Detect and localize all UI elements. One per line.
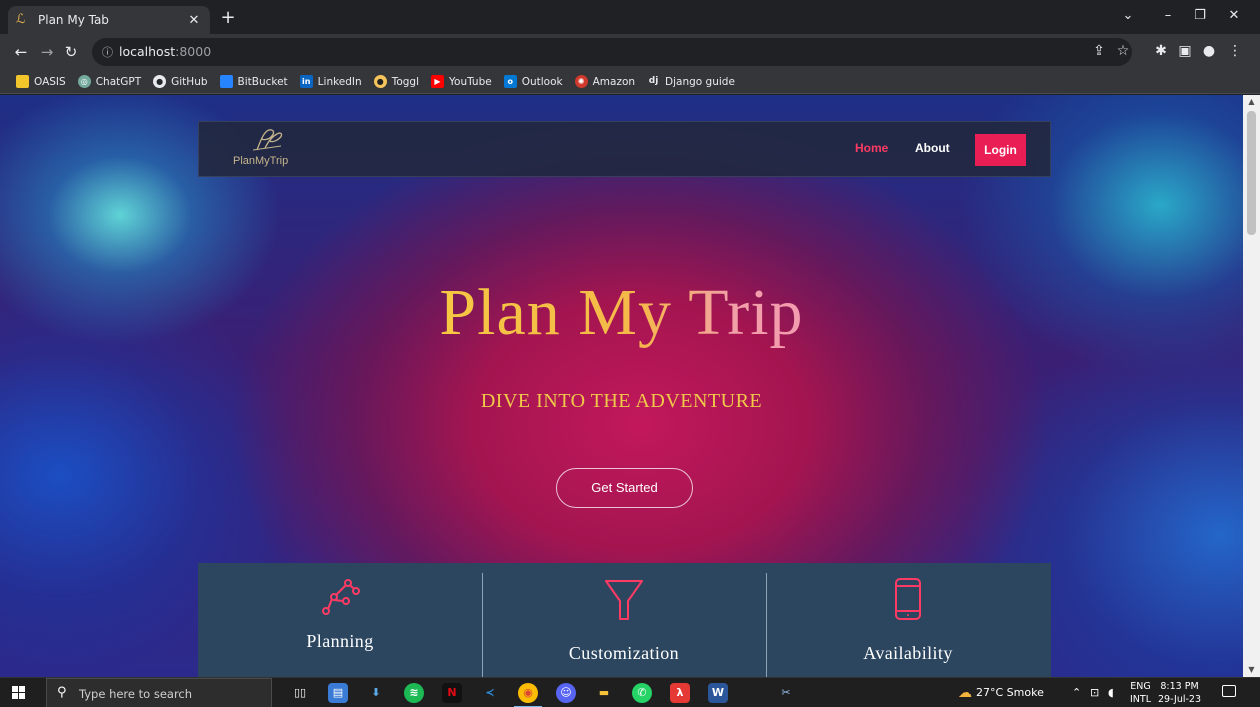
taskbar-clock[interactable]: 8:13 PM 29-Jul-23 [1158, 680, 1201, 706]
chatgpt-icon: ◎ [77, 75, 91, 88]
share-icon[interactable]: ⇪ [1090, 43, 1108, 59]
maximize-icon[interactable]: ❐ [1190, 8, 1210, 23]
features-section: Planning Customization Availability [198, 563, 1051, 677]
download-app-icon[interactable]: ⬇ [366, 683, 386, 703]
bookmark-bitbucket[interactable]: BitBucket [219, 75, 288, 88]
reload-icon[interactable]: ↻ [62, 43, 80, 61]
windows-taskbar: ⚲ Type here to search ▯▯ ▤ ⬇ ≋ N ≺ ◉ ☺ ▬… [0, 677, 1260, 707]
github-icon: ● [153, 75, 167, 88]
browser-tab-bar: ℒ Plan My Tab ✕ + ⌄ – ❐ ✕ [0, 0, 1260, 34]
bookmark-oasis[interactable]: OASIS [16, 75, 66, 88]
search-placeholder: Type here to search [79, 687, 193, 701]
bookmark-chatgpt[interactable]: ◎ ChatGPT [77, 75, 141, 88]
browser-tab[interactable]: ℒ Plan My Tab ✕ [8, 6, 210, 34]
profile-icon[interactable]: ● [1200, 43, 1218, 59]
weather-text[interactable]: 27°C Smoke [976, 678, 1044, 707]
scroll-down-icon[interactable]: ▼ [1243, 663, 1260, 677]
vscode-icon[interactable]: ≺ [480, 683, 500, 703]
windows-start-icon[interactable] [12, 686, 26, 700]
scroll-up-icon[interactable]: ▲ [1243, 95, 1260, 109]
spotify-icon[interactable]: ≋ [404, 683, 424, 703]
bookmark-youtube[interactable]: ▶ YouTube [431, 75, 492, 88]
minimize-icon[interactable]: – [1158, 8, 1178, 23]
bookmark-github[interactable]: ● GitHub [153, 75, 208, 88]
search-icon: ⚲ [57, 685, 67, 700]
site-favicon-icon: ℒ [16, 12, 26, 27]
forward-icon[interactable]: → [38, 43, 56, 61]
site-info-icon[interactable]: ⓘ [102, 44, 113, 60]
hero-title: Plan My Trip [439, 276, 804, 349]
login-button[interactable]: Login [975, 134, 1026, 166]
feature-title: Customization [568, 643, 680, 663]
nav-home-link[interactable]: Home [855, 141, 888, 155]
feature-title: Planning [306, 631, 374, 651]
word-icon[interactable]: W [708, 683, 728, 703]
weather-icon[interactable]: ☁ [958, 678, 972, 707]
network-icon[interactable]: ⊡ [1090, 678, 1099, 707]
file-explorer-icon[interactable]: ▬ [594, 683, 614, 703]
outlook-icon: o [503, 75, 517, 88]
acrobat-icon[interactable]: λ [670, 683, 690, 703]
filter-icon [482, 577, 766, 625]
tray-chevron-icon[interactable]: ⌃ [1072, 678, 1081, 707]
close-window-icon[interactable]: ✕ [1224, 8, 1244, 23]
netflix-icon[interactable]: N [442, 683, 462, 703]
feature-planning: Planning [198, 563, 482, 677]
get-started-button[interactable]: Get Started [556, 468, 693, 508]
feature-title: Availability [863, 643, 953, 663]
url-text: localhost:8000 [119, 44, 212, 59]
nav-about-link[interactable]: About [915, 141, 950, 155]
browser-toolbar: ← → ↻ ⓘ localhost:8000 ⇪ ☆ ✱ ▣ ● ⋮ [0, 34, 1260, 70]
store-icon[interactable]: ▤ [328, 683, 348, 703]
tab-search-icon[interactable]: ⌄ [1118, 8, 1138, 23]
youtube-icon: ▶ [431, 75, 444, 88]
linkedin-icon: in [299, 75, 313, 88]
bitbucket-icon [219, 75, 233, 88]
language-indicator[interactable]: ENG INTL [1130, 680, 1151, 706]
hero-subtitle: DIVE INTO THE ADVENTURE [480, 390, 763, 412]
whatsapp-icon[interactable]: ✆ [632, 683, 652, 703]
taskbar-search-box[interactable]: ⚲ Type here to search [46, 678, 272, 707]
address-bar[interactable]: ⓘ localhost:8000 [92, 38, 1132, 66]
oasis-icon [16, 75, 29, 88]
logo-text: PlanMyTrip [233, 155, 289, 167]
mobile-icon [766, 577, 1050, 625]
chrome-icon[interactable]: ◉ [514, 683, 542, 707]
bookmark-star-icon[interactable]: ☆ [1114, 43, 1132, 59]
bookmark-toggl[interactable]: ● Toggl [373, 75, 419, 88]
volume-icon[interactable]: ◖ [1108, 678, 1114, 707]
django-icon: dj [648, 76, 659, 86]
page-viewport: PlanMyTrip Home About Login Plan My Trip… [0, 95, 1260, 677]
task-view-icon[interactable]: ▯▯ [290, 683, 310, 703]
scrollbar-thumb[interactable] [1247, 111, 1256, 235]
feature-customization: Customization [482, 563, 766, 677]
menu-icon[interactable]: ⋮ [1226, 43, 1244, 59]
tab-title: Plan My Tab [38, 13, 109, 27]
feature-availability: Availability [766, 563, 1050, 677]
side-panel-icon[interactable]: ▣ [1176, 43, 1194, 59]
bookmark-linkedin[interactable]: in LinkedIn [299, 75, 362, 88]
extensions-icon[interactable]: ✱ [1152, 43, 1170, 59]
new-tab-icon[interactable]: + [218, 8, 238, 28]
snipping-tool-icon[interactable]: ✂ [776, 683, 796, 703]
bookmarks-bar: OASIS ◎ ChatGPT ● GitHub BitBucket in Linke… [0, 70, 1260, 94]
bookmark-amazon[interactable]: ✺ Amazon [574, 75, 635, 88]
notification-icon[interactable] [1222, 685, 1236, 697]
toggl-icon: ● [373, 75, 387, 88]
site-navbar: PlanMyTrip Home About Login [198, 121, 1051, 177]
page-scrollbar[interactable]: ▲ ▼ [1243, 95, 1260, 677]
logo-monogram-icon [252, 129, 283, 151]
route-icon [198, 577, 482, 621]
bookmark-django-guide[interactable]: dj Django guide [647, 75, 735, 88]
discord-icon[interactable]: ☺ [556, 683, 576, 703]
close-tab-icon[interactable]: ✕ [186, 13, 202, 28]
site-logo[interactable]: PlanMyTrip [233, 128, 303, 172]
amazon-icon: ✺ [574, 75, 588, 88]
bookmark-outlook[interactable]: o Outlook [503, 75, 563, 88]
back-icon[interactable]: ← [12, 43, 30, 61]
